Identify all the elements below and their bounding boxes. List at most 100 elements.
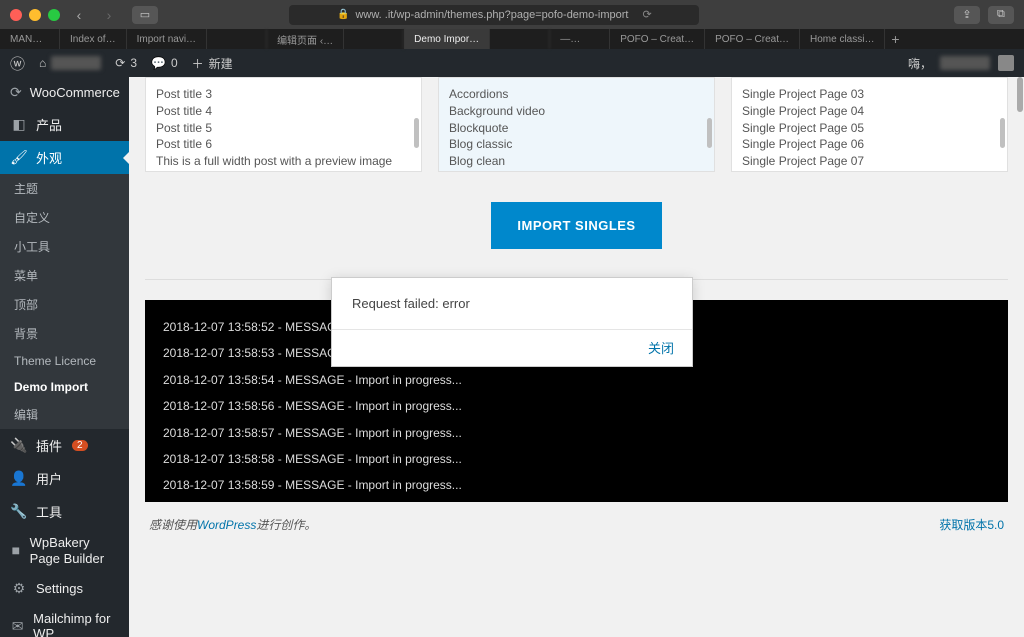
avatar[interactable] xyxy=(998,55,1014,71)
reload-icon[interactable]: ⟳ xyxy=(642,8,651,21)
list-item: Single Project Page 04 xyxy=(742,103,997,120)
list-item: Post title 3 xyxy=(156,86,411,103)
browser-tab[interactable] xyxy=(207,29,267,49)
username-blurred[interactable] xyxy=(940,56,990,70)
footer-thanks-suffix: 进行创作。 xyxy=(256,518,316,532)
browser-tab[interactable]: MAN… xyxy=(0,29,60,49)
pages-panel[interactable]: Single Project Page 03 Single Project Pa… xyxy=(731,77,1008,172)
submenu-demo-import[interactable]: Demo Import xyxy=(0,374,129,400)
log-line: 2018-12-07 13:58:54 - MESSAGE - Import i… xyxy=(163,367,990,393)
sidebar-item-products[interactable]: ◧产品 xyxy=(0,108,129,141)
sidebar-item-tools[interactable]: 🔧工具 xyxy=(0,495,129,528)
browser-tab[interactable]: Import navi… xyxy=(127,29,207,49)
update-badge: 2 xyxy=(72,440,88,451)
submenu-theme-licence[interactable]: Theme Licence xyxy=(0,348,129,374)
log-line: 2018-12-07 13:58:56 - MESSAGE - Import i… xyxy=(163,393,990,419)
sidebar-item-users[interactable]: 👤用户 xyxy=(0,462,129,495)
minimize-window-icon[interactable] xyxy=(29,9,41,21)
submenu-themes[interactable]: 主题 xyxy=(0,174,129,203)
user-icon: 👤 xyxy=(10,470,28,487)
modal-close-button[interactable]: 关闭 xyxy=(648,341,674,356)
import-panels: Post title 3 Post title 4 Post title 5 P… xyxy=(145,77,1008,172)
browser-tab[interactable]: POFO – Creat… xyxy=(610,29,705,49)
submenu-header[interactable]: 顶部 xyxy=(0,290,129,319)
list-item: Blog clean xyxy=(449,153,704,170)
list-item: Single Project Page 06 xyxy=(742,136,997,153)
list-item: Blockquote xyxy=(449,120,704,137)
address-bar[interactable]: 🔒 www. .it/wp-admin/themes.php?page=pofo… xyxy=(289,5,699,25)
scrollbar[interactable] xyxy=(1017,77,1023,112)
log-line: 2018-12-07 13:58:58 - MESSAGE - Import i… xyxy=(163,446,990,472)
updates-link[interactable]: ⟳ 3 xyxy=(115,56,137,70)
maximize-window-icon[interactable] xyxy=(48,9,60,21)
woo-icon: ⟳ xyxy=(10,84,22,101)
list-item: Single Project Page 07 xyxy=(742,153,997,170)
version-link[interactable]: 获取版本5.0 xyxy=(939,518,1004,532)
product-icon: ◧ xyxy=(10,116,28,133)
footer-thanks-prefix: 感谢使用 xyxy=(149,518,197,532)
submenu-menus[interactable]: 菜单 xyxy=(0,261,129,290)
posts-panel[interactable]: Post title 3 Post title 4 Post title 5 P… xyxy=(145,77,422,172)
browser-tab-active[interactable]: Demo Impor… xyxy=(404,29,490,49)
gear-icon: ⚙ xyxy=(10,580,28,597)
share-icon[interactable]: ⇪ xyxy=(954,6,980,24)
sidebar-item-plugins[interactable]: 🔌插件2 xyxy=(0,429,129,462)
sidebar-item-mailchimp[interactable]: ✉Mailchimp for WP xyxy=(0,604,129,637)
submenu-background[interactable]: 背景 xyxy=(0,319,129,348)
list-item: This is a full width post with a preview… xyxy=(156,153,411,170)
browser-tab[interactable]: 编辑页面 ‹… xyxy=(267,29,344,49)
admin-footer: 感谢使用WordPress进行创作。 获取版本5.0 xyxy=(145,502,1008,547)
error-modal: Request failed: error 关闭 xyxy=(331,277,693,367)
list-item: Blog full width xyxy=(449,170,704,172)
lock-icon: 🔒 xyxy=(337,9,349,20)
list-item: Post title 6 xyxy=(156,136,411,153)
elements-panel[interactable]: Accordions Background video Blockquote B… xyxy=(438,77,715,172)
greeting-text: 嗨， xyxy=(908,55,932,72)
tabs-icon[interactable]: ⧉ xyxy=(988,6,1014,24)
panel-scrollbar[interactable] xyxy=(707,118,712,148)
wordpress-link[interactable]: WordPress xyxy=(197,518,256,532)
wordpress-logo-icon[interactable]: ⓦ xyxy=(10,53,25,74)
sidebar-item-wpbakery[interactable]: ■WpBakery Page Builder xyxy=(0,528,129,573)
sidebar-toggle-icon[interactable]: ▭ xyxy=(132,6,158,24)
new-content-link[interactable]: ＋ 新建 xyxy=(192,55,233,72)
browser-tab[interactable]: Home classi… xyxy=(800,29,885,49)
close-window-icon[interactable] xyxy=(10,9,22,21)
log-line: 2018-12-07 13:58:57 - MESSAGE - Import i… xyxy=(163,420,990,446)
browser-tab[interactable] xyxy=(490,29,550,49)
list-item: Accordions xyxy=(449,86,704,103)
submenu-widgets[interactable]: 小工具 xyxy=(0,232,129,261)
url-text: www. .it/wp-admin/themes.php?page=pofo-d… xyxy=(355,9,628,21)
import-singles-button[interactable]: IMPORT SINGLES xyxy=(491,202,661,249)
window-controls xyxy=(10,9,60,21)
browser-tab[interactable] xyxy=(344,29,404,49)
list-item: Background video xyxy=(449,103,704,120)
new-tab-button[interactable]: + xyxy=(885,29,905,49)
sidebar-item-appearance[interactable]: 🖌外观 xyxy=(0,141,129,174)
brush-icon: 🖌 xyxy=(10,149,28,166)
back-button[interactable]: ‹ xyxy=(68,6,90,24)
comments-link[interactable]: 💬 0 xyxy=(151,56,178,70)
browser-tab[interactable]: Index of… xyxy=(60,29,127,49)
list-item: Post title 5 xyxy=(156,120,411,137)
submenu-edit[interactable]: 编辑 xyxy=(0,400,129,429)
browser-tabs: MAN… Index of… Import navi… 编辑页面 ‹… Demo… xyxy=(0,29,1024,49)
forward-button[interactable]: › xyxy=(98,6,120,24)
submenu-customize[interactable]: 自定义 xyxy=(0,203,129,232)
log-line: 2018-12-07 13:58:59 - MESSAGE - Import i… xyxy=(163,472,990,498)
plugin-icon: 🔌 xyxy=(10,437,28,454)
appearance-submenu: 主题 自定义 小工具 菜单 顶部 背景 Theme Licence Demo I… xyxy=(0,174,129,429)
browser-tab[interactable]: —… xyxy=(550,29,610,49)
panel-scrollbar[interactable] xyxy=(1000,118,1005,148)
builder-icon: ■ xyxy=(10,542,22,559)
list-item: Single Project Page 03 xyxy=(742,86,997,103)
sidebar-item-settings[interactable]: ⚙Settings xyxy=(0,573,129,604)
site-home-link[interactable]: ⌂ xyxy=(39,56,101,70)
sidebar-item-woocommerce[interactable]: ⟳WooCommerce xyxy=(0,77,129,108)
wp-admin-bar: ⓦ ⌂ ⟳ 3 💬 0 ＋ 新建 嗨， xyxy=(0,49,1024,77)
list-item: Single Project Page 08 xyxy=(742,170,997,172)
list-item: Single Project Page 05 xyxy=(742,120,997,137)
browser-tab[interactable]: POFO – Creat… xyxy=(705,29,800,49)
panel-scrollbar[interactable] xyxy=(414,118,419,148)
browser-toolbar: ‹ › ▭ 🔒 www. .it/wp-admin/themes.php?pag… xyxy=(0,0,1024,29)
